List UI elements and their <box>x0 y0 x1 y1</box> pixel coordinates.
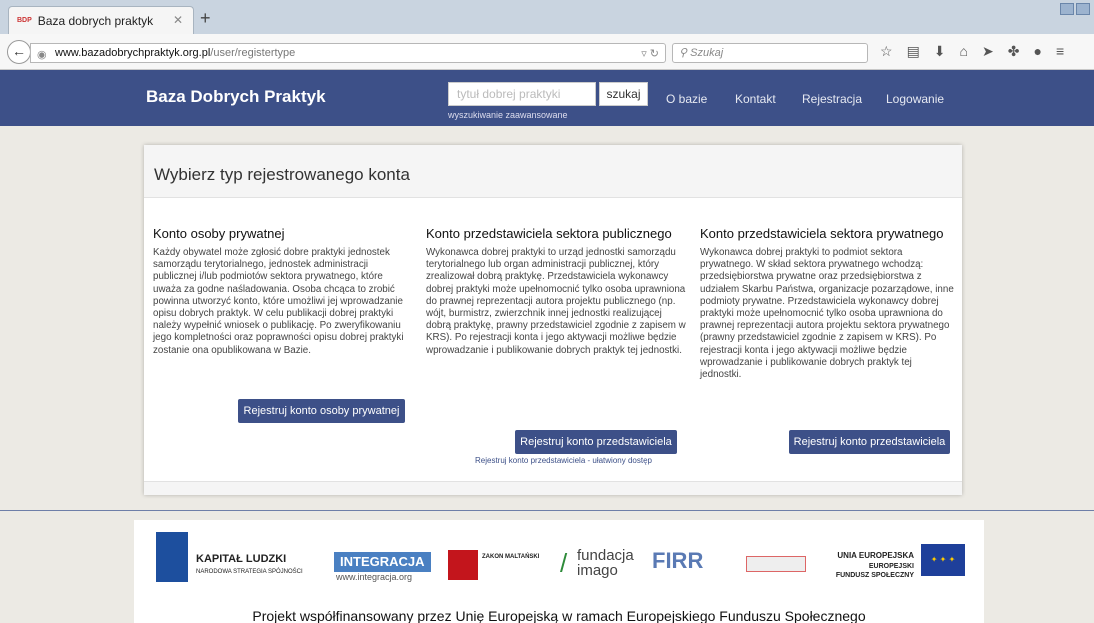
nav-about[interactable]: O bazie <box>666 92 707 106</box>
home-icon[interactable]: ⌂ <box>960 43 968 60</box>
integracja-url: www.integracja.org <box>336 572 413 582</box>
page-title: Wybierz typ rejestrowanego konta <box>144 145 962 198</box>
column-heading: Konto osoby prywatnej <box>153 226 285 241</box>
address-bar[interactable]: ◉ www.bazadobrychpraktyk.org.pl/user/reg… <box>30 43 666 63</box>
reload-icon[interactable]: ▿ ↻ <box>641 45 659 63</box>
url-path: /user/registertype <box>210 47 296 59</box>
firr-logo: FIRR <box>652 548 704 573</box>
maximize-icon[interactable] <box>1076 3 1090 15</box>
menu-icon[interactable]: ≡ <box>1056 43 1064 60</box>
send-icon[interactable]: ➤ <box>982 43 994 60</box>
maltese-cross-icon <box>448 550 478 580</box>
eu-flag-icon: ✦ ✦ ✦ <box>921 544 965 576</box>
site-brand[interactable]: Baza Dobrych Praktyk <box>146 87 326 107</box>
browser-tabstrip: BDP Baza dobrych praktyk ✕ + <box>0 0 1094 34</box>
private-person-column: Konto osoby prywatnej Każdy obywatel moż… <box>153 227 409 357</box>
toolbar-icons: ☆ ▤ ⬇ ⌂ ➤ ✤ ● ≡ <box>880 43 1064 60</box>
integracja-logo: INTEGRACJA <box>334 552 431 572</box>
column-heading: Konto przedstawiciela sektora prywatnego <box>700 226 944 241</box>
nav-contact[interactable]: Kontakt <box>735 92 776 106</box>
site-header: Baza Dobrych Praktyk tytuł dobrej prakty… <box>0 70 1094 126</box>
browser-navbar: ← ◉ www.bazadobrychpraktyk.org.pl/user/r… <box>0 34 1094 70</box>
ue-sub2: FUNDUSZ SPOŁECZNY <box>835 572 914 579</box>
advanced-search-link[interactable]: wyszukiwanie zaawansowane <box>448 110 568 120</box>
register-private-sector-button[interactable]: Rejestruj konto przedstawiciela <box>789 430 950 454</box>
column-heading: Konto przedstawiciela sektora publiczneg… <box>426 226 672 241</box>
zakon-maltanski-text: ZAKON MALTAŃSKI <box>482 554 540 560</box>
sponsor-footer: KAPITAŁ LUDZKI NARODOWA STRATEGIA SPÓJNO… <box>134 520 984 623</box>
public-sector-column: Konto przedstawiciela sektora publiczneg… <box>426 227 688 357</box>
account-type-card: Wybierz typ rejestrowanego konta Konto o… <box>144 145 962 495</box>
close-tab-icon[interactable]: ✕ <box>173 13 183 27</box>
nav-login[interactable]: Logowanie <box>886 92 944 106</box>
ue-title: UNIA EUROPEJSKA <box>837 551 914 560</box>
window-controls <box>1060 3 1090 15</box>
browser-tab[interactable]: BDP Baza dobrych praktyk ✕ <box>8 6 194 34</box>
nav-register[interactable]: Rejestracja <box>802 92 862 106</box>
funding-statement: Projekt współfinansowany przez Unię Euro… <box>252 608 866 623</box>
addon-icon[interactable]: ✤ <box>1008 43 1020 60</box>
new-tab-icon[interactable]: + <box>200 8 211 29</box>
search-button[interactable]: szukaj <box>599 82 648 106</box>
column-text: Wykonawca dobrej praktyki to podmiot sek… <box>700 247 954 381</box>
globe-icon: ◉ <box>37 49 47 61</box>
search-icon: ⚲ <box>679 47 691 59</box>
kapital-ludzki-sub: NARODOWA STRATEGIA SPÓJNOŚCI <box>196 569 303 575</box>
column-text: Wykonawca dobrej praktyki to urząd jedno… <box>426 247 686 356</box>
footer-divider <box>0 510 1094 511</box>
kapital-ludzki-logo-icon <box>156 532 188 582</box>
imago-slash-icon: / <box>560 548 568 578</box>
favicon-icon: BDP <box>17 17 32 24</box>
tab-title: Baza dobrych praktyk <box>37 13 154 28</box>
accessible-register-link[interactable]: Rejestruj konto przedstawiciela - ułatwi… <box>475 456 652 465</box>
pfron-logo-icon <box>746 556 806 572</box>
kapital-ludzki-title: KAPITAŁ LUDZKI <box>196 553 287 565</box>
chat-icon[interactable]: ● <box>1033 43 1041 60</box>
back-icon[interactable]: ← <box>7 40 31 64</box>
bookmark-star-icon[interactable]: ☆ <box>880 43 893 60</box>
minimize-icon[interactable] <box>1060 3 1074 15</box>
register-public-button[interactable]: Rejestruj konto przedstawiciela <box>515 430 677 454</box>
url-host: www.bazadobrychpraktyk.org.pl <box>55 47 211 59</box>
browser-search-input[interactable]: ⚲ Szukaj <box>672 43 868 63</box>
register-private-button[interactable]: Rejestruj konto osoby prywatnej <box>238 399 405 423</box>
column-text: Każdy obywatel może zgłosić dobre prakty… <box>153 247 404 356</box>
fundacja-text: fundacja <box>577 547 634 564</box>
download-icon[interactable]: ⬇ <box>934 43 946 60</box>
reading-list-icon[interactable]: ▤ <box>907 43 920 60</box>
practice-search-input[interactable]: tytuł dobrej praktyki <box>448 82 596 106</box>
private-sector-column: Konto przedstawiciela sektora prywatnego… <box>700 227 954 381</box>
card-footer <box>144 481 962 495</box>
imago-text: imago <box>577 562 618 579</box>
